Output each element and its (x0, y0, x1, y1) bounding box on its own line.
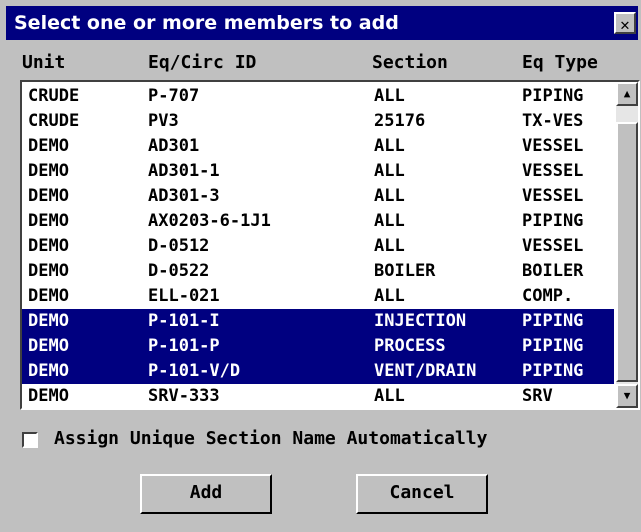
cell-id: D-0522 (148, 261, 210, 281)
list-item[interactable]: DEMO AD301-3 ALL VESSEL (22, 184, 614, 209)
cell-type: PIPING (522, 86, 584, 106)
members-listbox[interactable]: CRUDE P-707 ALL PIPING CRUDE PV3 25176 TX-VES DE… (20, 80, 640, 410)
cell-unit: DEMO (28, 361, 69, 381)
cell-section: ALL (374, 136, 405, 156)
list-item[interactable]: DEMO AX0203-6-1J1 ALL PIPING (22, 209, 614, 234)
cell-unit: DEMO (28, 261, 69, 281)
cell-unit: DEMO (28, 211, 69, 231)
cell-unit: DEMO (28, 286, 69, 306)
cancel-button[interactable]: Cancel (356, 474, 488, 514)
column-header-section: Section (372, 52, 448, 73)
list-item[interactable]: DEMO D-0512 ALL VESSEL (22, 234, 614, 259)
cell-section: ALL (374, 86, 405, 106)
cell-section: PROCESS (374, 336, 446, 356)
cell-id: PV3 (148, 111, 179, 131)
cell-type: TX-VES (522, 111, 584, 131)
members-list: CRUDE P-707 ALL PIPING CRUDE PV3 25176 TX-VES DE… (22, 84, 614, 409)
cell-type: VESSEL (522, 161, 584, 181)
list-item[interactable]: DEMO D-0522 BOILER BOILER (22, 259, 614, 284)
scroll-up-icon[interactable]: ▲ (616, 82, 638, 106)
cell-type: PIPING (522, 311, 584, 331)
add-button[interactable]: Add (140, 474, 272, 514)
list-item[interactable]: CRUDE P-707 ALL PIPING (22, 84, 614, 109)
cell-section: ALL (374, 161, 405, 181)
dialog-title: Select one or more members to add (14, 12, 399, 34)
cell-section: ALL (374, 186, 405, 206)
add-members-dialog: Select one or more members to add ✕ Unit… (0, 0, 641, 532)
cell-type: COMP. (522, 286, 574, 306)
cell-unit: DEMO (28, 311, 69, 331)
assign-unique-section-checkbox[interactable] (22, 432, 38, 448)
column-header-id: Eq/Circ ID (148, 52, 257, 73)
vertical-scrollbar[interactable]: ▲ ▼ (616, 82, 638, 408)
scroll-down-icon[interactable]: ▼ (616, 384, 638, 408)
cell-type: VESSEL (522, 186, 584, 206)
cell-type: PIPING (522, 336, 584, 356)
cell-type: BOILER (522, 261, 584, 281)
cell-type: SRV (522, 386, 553, 406)
cell-id: SRV-333 (148, 386, 220, 406)
list-item[interactable]: CRUDE PV3 25176 TX-VES (22, 109, 614, 134)
cell-type: PIPING (522, 211, 584, 231)
scrollbar-thumb[interactable] (616, 122, 638, 382)
list-item[interactable]: DEMO SRV-333 ALL SRV (22, 384, 614, 409)
cell-type: VESSEL (522, 236, 584, 256)
cell-id: P-101-I (148, 311, 220, 331)
cell-section: INJECTION (374, 311, 467, 331)
cell-type: VESSEL (522, 136, 584, 156)
list-item[interactable]: DEMO P-101-V/D VENT/DRAIN PIPING (22, 359, 614, 384)
cell-id: D-0512 (148, 236, 210, 256)
cell-unit: CRUDE (28, 111, 80, 131)
cell-id: AD301-3 (148, 186, 220, 206)
close-icon[interactable]: ✕ (614, 12, 636, 34)
cell-id: P-101-P (148, 336, 220, 356)
cell-id: AX0203-6-1J1 (148, 211, 271, 231)
cell-unit: DEMO (28, 236, 69, 256)
list-item[interactable]: DEMO P-101-P PROCESS PIPING (22, 334, 614, 359)
cell-section: ALL (374, 211, 405, 231)
column-headers: Unit Eq/Circ ID Section Eq Type (22, 52, 622, 80)
cell-type: PIPING (522, 361, 584, 381)
column-header-unit: Unit (22, 52, 66, 73)
assign-unique-section-label: Assign Unique Section Name Automatically (54, 428, 488, 449)
cell-unit: DEMO (28, 386, 69, 406)
cell-id: P-707 (148, 86, 200, 106)
cell-id: AD301-1 (148, 161, 220, 181)
cell-id: AD301 (148, 136, 200, 156)
assign-unique-section-option[interactable]: Assign Unique Section Name Automatically (22, 428, 487, 452)
list-item[interactable]: DEMO ELL-021 ALL COMP. (22, 284, 614, 309)
cell-unit: CRUDE (28, 86, 80, 106)
cell-section: 25176 (374, 111, 426, 131)
list-item[interactable]: DEMO P-101-I INJECTION PIPING (22, 309, 614, 334)
title-bar[interactable]: Select one or more members to add ✕ (6, 6, 638, 40)
cell-section: VENT/DRAIN (374, 361, 477, 381)
cell-section: ALL (374, 386, 405, 406)
cell-id: P-101-V/D (148, 361, 241, 381)
cell-id: ELL-021 (148, 286, 220, 306)
cell-unit: DEMO (28, 186, 69, 206)
column-header-type: Eq Type (522, 52, 598, 73)
cell-unit: DEMO (28, 336, 69, 356)
list-item[interactable]: DEMO AD301-1 ALL VESSEL (22, 159, 614, 184)
cell-unit: DEMO (28, 136, 69, 156)
list-item[interactable]: DEMO AD301 ALL VESSEL (22, 134, 614, 159)
cell-section: ALL (374, 286, 405, 306)
cell-section: ALL (374, 236, 405, 256)
cell-section: BOILER (374, 261, 436, 281)
cell-unit: DEMO (28, 161, 69, 181)
